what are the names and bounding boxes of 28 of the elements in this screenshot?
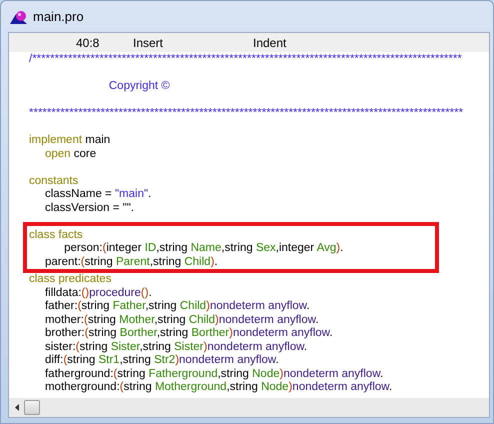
horizontal-scrollbar[interactable] bbox=[9, 398, 489, 417]
edit-mode: Insert bbox=[133, 34, 164, 52]
code-line: open core bbox=[44, 148, 96, 161]
window-title: main.pro bbox=[33, 8, 84, 26]
code-line: sister:(string Sister,string Sister)nondeterm anyflow. bbox=[44, 340, 308, 354]
code-line: /************************************************************************************************ bbox=[29, 53, 462, 66]
code-line: fatherground:(string Fatherground,string Node)nondeterm anyflow. bbox=[44, 368, 384, 381]
cursor-position: 40:8 bbox=[76, 34, 100, 52]
code-line: class predicates bbox=[29, 273, 112, 286]
code-line: diff:(string Str1,string Str2)nondeterm anyflow. bbox=[44, 354, 279, 368]
code-line: class facts bbox=[29, 228, 83, 242]
code-line: father:(string Father,string Child)nondeterm anyflow. bbox=[44, 300, 310, 314]
code-line: person:(integer ID,string Name,string Sex,integer Avg). bbox=[63, 242, 344, 256]
code-line: parent:(string Parent,string Child). bbox=[44, 256, 218, 269]
app-icon bbox=[10, 10, 27, 24]
code-line: Copyright © bbox=[108, 80, 170, 94]
code-line: motherground:(string Motherground,string Node)nondeterm anyflow. bbox=[44, 381, 392, 394]
code-line: constants bbox=[29, 174, 78, 188]
scrollbar-thumb[interactable] bbox=[24, 400, 40, 415]
code-line: implement main bbox=[29, 134, 110, 148]
code-line: filldata:()procedure(). bbox=[44, 286, 152, 300]
code-line: className = "main". bbox=[44, 188, 152, 202]
scroll-left-icon[interactable] bbox=[15, 404, 19, 411]
code-line: ************************************************************************************************* bbox=[29, 107, 464, 120]
code-line: mother:(string Mother,string Child)nondeterm anyflow. bbox=[44, 314, 319, 327]
code-line: brother:(string Borther,string Borther)nondeterm anyflow. bbox=[44, 327, 333, 340]
code-line: classVersion = "". bbox=[44, 202, 134, 215]
indent-mode: Indent bbox=[253, 34, 286, 52]
